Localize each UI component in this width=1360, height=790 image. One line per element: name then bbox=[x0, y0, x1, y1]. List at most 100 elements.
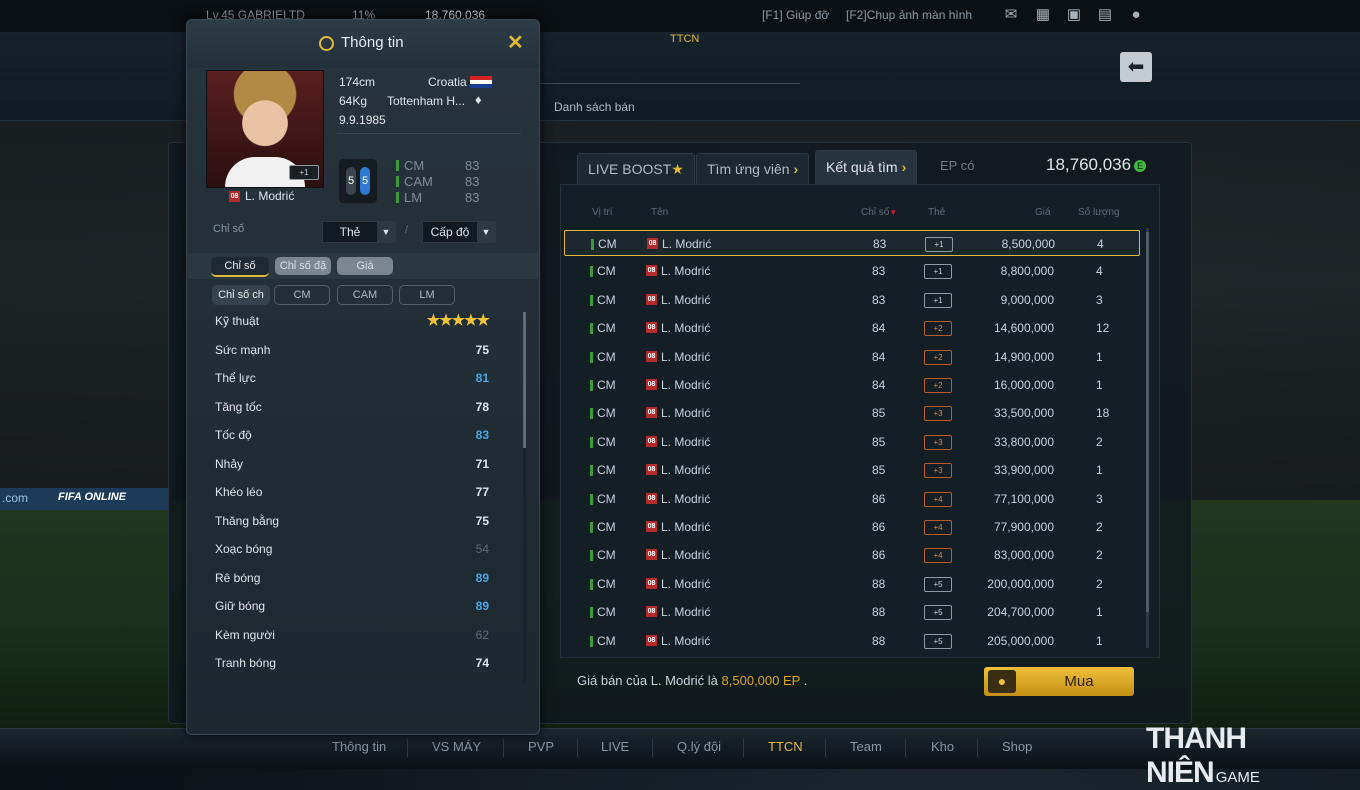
row-position: CM bbox=[597, 321, 616, 336]
nav-transfer-market[interactable]: TTCN bbox=[768, 739, 803, 754]
nav-vs-computer[interactable]: VS MÁY bbox=[432, 739, 481, 754]
row-card-level: +1 bbox=[924, 264, 952, 280]
table-row[interactable]: CM 08 L. Modrić 85 +3 33,500,000 18 bbox=[564, 400, 1138, 426]
tab-stats[interactable]: Chỉ số bbox=[211, 257, 269, 277]
row-player-name: L. Modrić bbox=[661, 548, 711, 563]
table-row[interactable]: CM 08 L. Modrić 84 +2 14,600,000 12 bbox=[564, 315, 1138, 341]
nav-team-management[interactable]: Q.lý đội bbox=[677, 739, 721, 754]
card-dropdown-value: Thẻ bbox=[339, 225, 361, 239]
table-row[interactable]: CM 08 L. Modrić 84 +2 14,900,000 1 bbox=[564, 344, 1138, 370]
advert-text: FIFA ONLINE bbox=[58, 491, 127, 503]
back-arrow-icon: ⬅ bbox=[1127, 56, 1145, 78]
tab-live-boost[interactable]: LIVE BOOST★ bbox=[577, 153, 695, 184]
col-ovr[interactable]: Chỉ số▼ bbox=[861, 207, 897, 218]
table-row[interactable]: CM 08 L. Modrić 85 +3 33,800,000 2 bbox=[564, 429, 1138, 455]
table-row[interactable]: CM 08 L. Modrić 88 +5 204,700,000 1 bbox=[564, 599, 1138, 625]
screenshot-link[interactable]: [F2]Chụp ảnh màn hình bbox=[846, 8, 972, 22]
filter-label: Chỉ số bbox=[213, 223, 245, 235]
nav-shop[interactable]: Shop bbox=[1002, 739, 1032, 754]
table-row[interactable]: CM 08 L. Modrić 85 +3 33,900,000 1 bbox=[564, 457, 1138, 483]
card-level-badge: +1 bbox=[289, 165, 319, 180]
table-row[interactable]: CM 08 L. Modrić 83 +1 9,000,000 3 bbox=[564, 287, 1138, 313]
table-row[interactable]: CM 08 L. Modrić 86 +4 77,100,000 3 bbox=[564, 486, 1138, 512]
table-row[interactable]: CM 08 L. Modrić 86 +4 83,000,000 2 bbox=[564, 542, 1138, 568]
table-row[interactable]: CM 08 L. Modrić 88 +5 200,000,000 2 bbox=[564, 571, 1138, 597]
subtab-cam[interactable]: CAM bbox=[337, 285, 393, 305]
close-icon[interactable]: ✕ bbox=[507, 30, 524, 55]
row-price: 204,700,000 bbox=[987, 605, 1054, 620]
tab-find-candidates[interactable]: Tìm ứng viên › bbox=[696, 153, 810, 184]
stat-row: Khéo léo 77 bbox=[215, 483, 489, 503]
row-card-level: +4 bbox=[924, 491, 952, 507]
stat-label: Kỹ thuật bbox=[215, 314, 260, 328]
position-name: CM bbox=[404, 158, 425, 173]
stats-scroll-thumb[interactable] bbox=[523, 312, 526, 448]
croatia-flag-icon bbox=[470, 76, 492, 88]
level-dropdown[interactable]: Cấp độ ▼ bbox=[422, 221, 496, 243]
nav-separator bbox=[577, 739, 578, 757]
row-price: 14,900,000 bbox=[993, 349, 1054, 364]
position-value: 83 bbox=[465, 158, 480, 173]
season-badge: 08 bbox=[646, 577, 657, 589]
season-badge: 08 bbox=[646, 634, 657, 646]
help-link[interactable]: [F1] Giúp đỡ bbox=[762, 8, 829, 22]
table-row[interactable]: CM 08 L. Modrić 88 +5 205,000,000 1 bbox=[564, 628, 1138, 654]
table-row[interactable]: CM 08 L. Modrić 86 +4 77,900,000 2 bbox=[564, 514, 1138, 540]
nav-separator bbox=[503, 739, 504, 757]
sale-list-tab[interactable]: Danh sách bán bbox=[554, 100, 635, 114]
stat-row: Thể lực 81 bbox=[215, 369, 489, 389]
card-dropdown[interactable]: Thẻ ▼ bbox=[322, 221, 396, 243]
calendar-icon[interactable]: ▣ bbox=[1065, 7, 1083, 23]
row-ovr: 83 bbox=[872, 264, 886, 279]
nav-team[interactable]: Team bbox=[850, 739, 882, 754]
row-player-name: L. Modrić bbox=[661, 349, 711, 364]
list-icon[interactable]: ▦ bbox=[1034, 7, 1052, 23]
nav-storage[interactable]: Kho bbox=[931, 739, 954, 754]
results-scroll-thumb[interactable] bbox=[1146, 232, 1149, 612]
stat-value: 78 bbox=[475, 399, 489, 414]
advert-board: .com FIFA ONLINE bbox=[0, 488, 170, 510]
col-name: Tên bbox=[651, 207, 669, 218]
row-price: 205,000,000 bbox=[987, 633, 1054, 648]
tab-price[interactable]: Giá bbox=[337, 257, 393, 275]
row-quantity: 1 bbox=[1096, 633, 1103, 648]
tab-search-results[interactable]: Kết quả tìm › bbox=[815, 150, 918, 185]
nav-live[interactable]: LIVE bbox=[601, 739, 629, 754]
stat-row: Sức mạnh 75 bbox=[215, 341, 489, 361]
table-row[interactable]: CM 08 L. Modrić 83 +1 8,800,000 4 bbox=[564, 258, 1138, 284]
row-price: 33,900,000 bbox=[993, 463, 1054, 478]
row-price: 33,800,000 bbox=[993, 434, 1054, 449]
stat-row: Thăng bằng 75 bbox=[215, 512, 489, 532]
mail-icon[interactable]: ✉ bbox=[1002, 7, 1020, 23]
buy-button[interactable]: ● Mua bbox=[984, 667, 1134, 696]
row-position: CM bbox=[597, 349, 616, 364]
row-price: 77,900,000 bbox=[993, 520, 1054, 534]
chat-icon[interactable]: ▤ bbox=[1096, 7, 1114, 23]
subtab-main-stats[interactable]: Chỉ số ch bbox=[212, 285, 270, 305]
sale-price-message: Giá bán của L. Modrić là 8,500,000 EP . bbox=[577, 673, 807, 688]
season-badge: 08 bbox=[646, 606, 657, 618]
subtab-cm[interactable]: CM bbox=[274, 285, 330, 305]
stat-value: ★★★★★ bbox=[426, 312, 490, 329]
stat-label: Tranh bóng bbox=[215, 656, 276, 670]
table-row[interactable]: CM 08 L. Modrić 84 +2 16,000,000 1 bbox=[564, 372, 1138, 398]
table-row[interactable]: CM 08 L. Modrić 83 +1 8,500,000 4 bbox=[564, 230, 1140, 256]
results-scrollbar[interactable] bbox=[1146, 228, 1149, 648]
stats-scrollbar[interactable] bbox=[523, 312, 526, 684]
tab-special-stats[interactable]: Chỉ số đặ bbox=[275, 257, 331, 275]
search-icon bbox=[319, 36, 334, 51]
col-card: Thẻ bbox=[928, 207, 946, 218]
row-player-name: L. Modrić bbox=[661, 378, 711, 392]
row-price: 9,000,000 bbox=[1000, 292, 1054, 307]
nav-pvp[interactable]: PVP bbox=[528, 739, 554, 754]
back-button[interactable]: ⬅ bbox=[1120, 52, 1152, 82]
row-position: CM bbox=[597, 378, 616, 392]
stat-value: 89 bbox=[475, 599, 489, 613]
row-ovr: 88 bbox=[872, 633, 886, 648]
user-icon[interactable]: ● bbox=[1127, 7, 1145, 23]
nav-info[interactable]: Thông tin bbox=[332, 739, 386, 754]
subtab-lm[interactable]: LM bbox=[399, 285, 455, 305]
position-bar bbox=[396, 176, 399, 187]
stat-value: 54 bbox=[475, 542, 489, 556]
stat-row: Rê bóng 89 bbox=[215, 569, 489, 589]
